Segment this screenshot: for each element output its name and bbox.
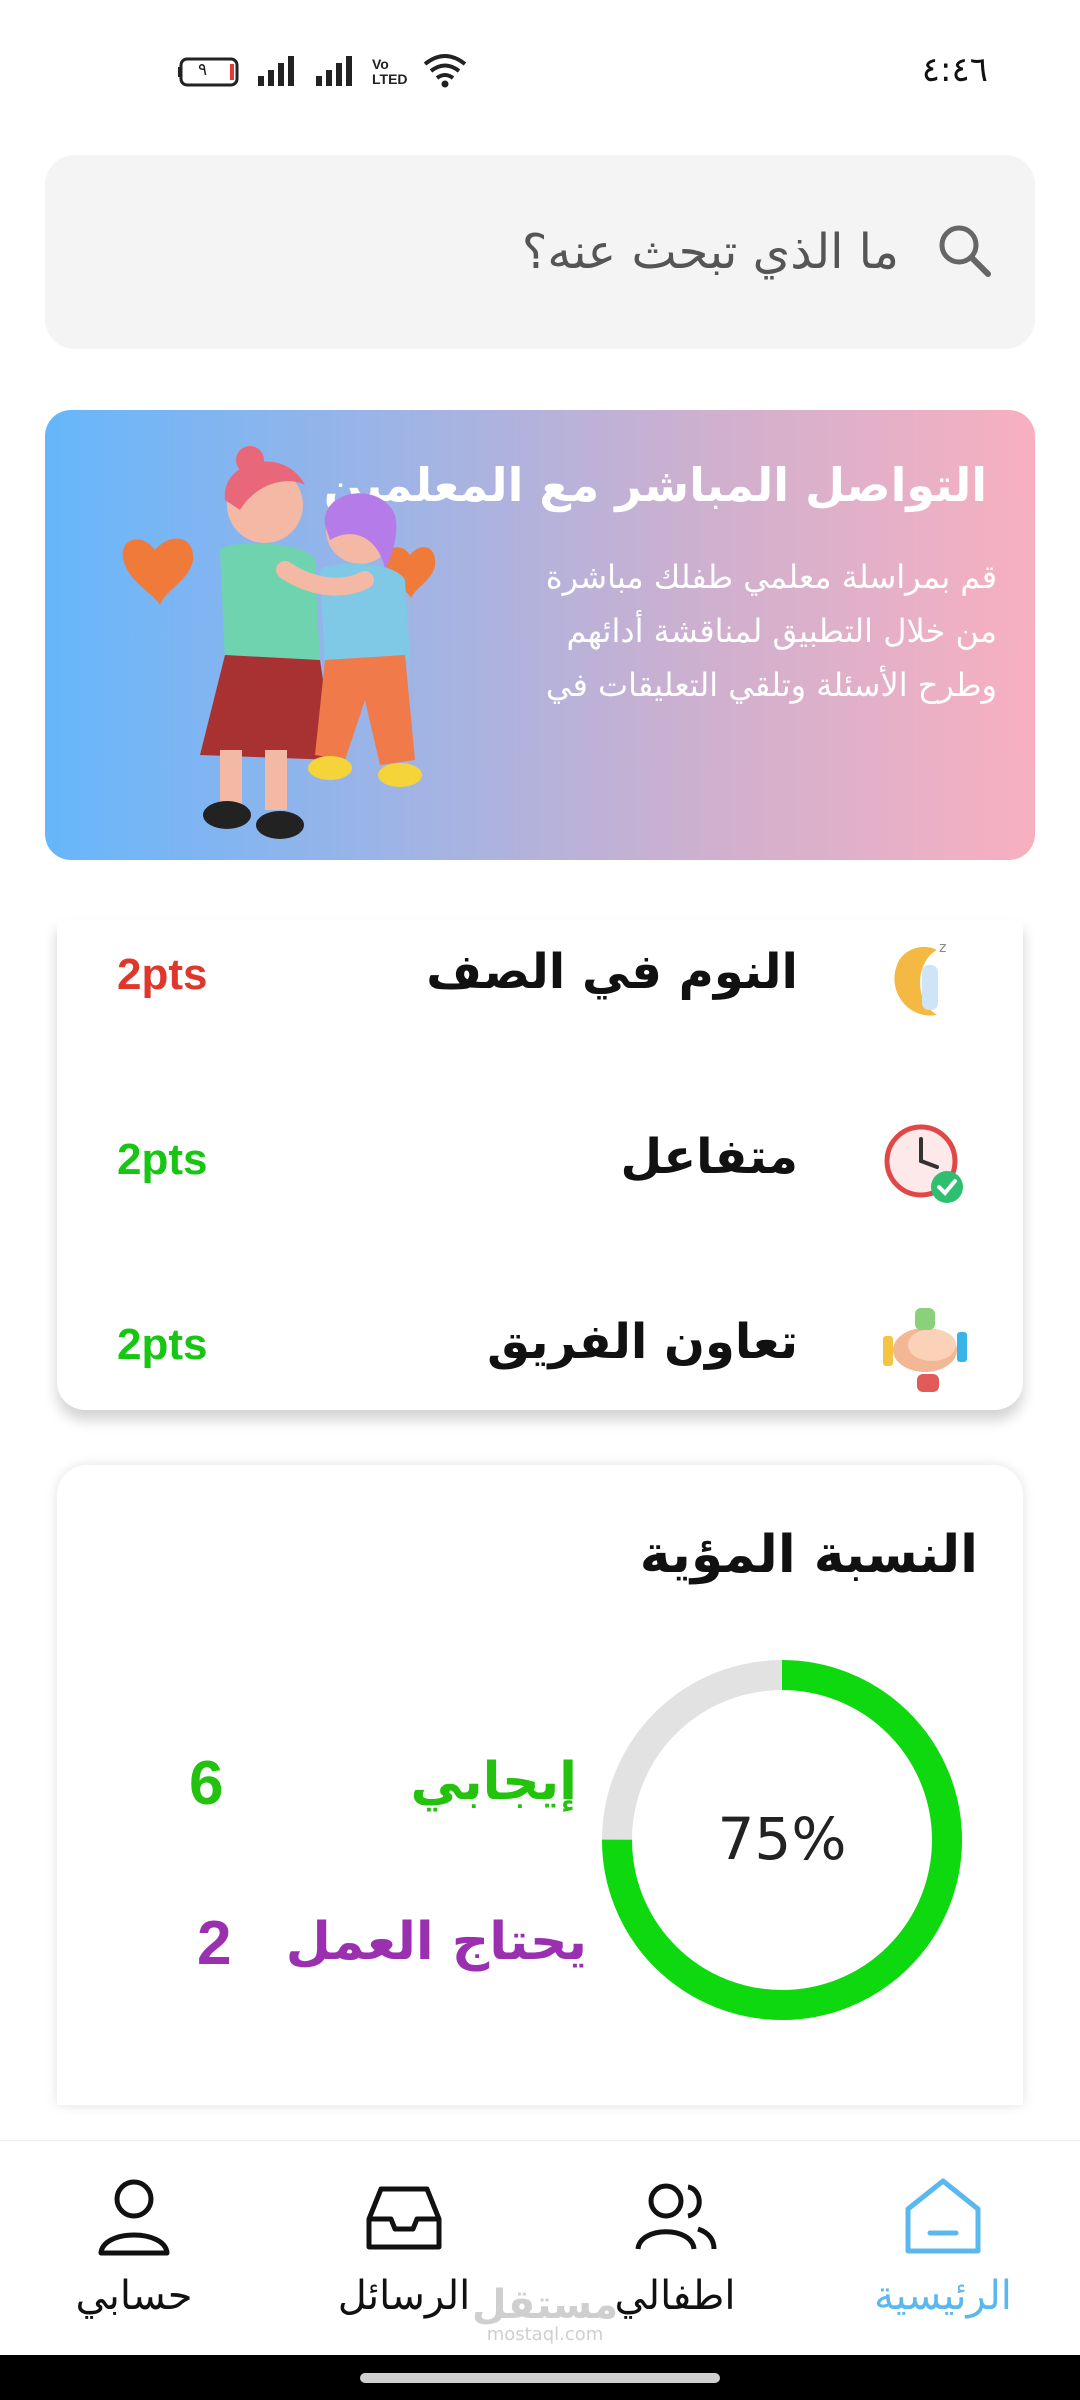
teamwork-hands-icon — [883, 1308, 967, 1392]
behavior-points: 2pts — [117, 950, 208, 999]
svg-text:z: z — [939, 940, 946, 956]
behavior-name: متفاعل — [620, 1129, 798, 1185]
search-bar[interactable]: ما الذي تبحث عنه؟ — [45, 155, 1035, 349]
behavior-row[interactable]: 2pts النوم في الصف z — [57, 920, 1023, 1040]
nav-item-home[interactable]: الرئيسية — [843, 2171, 1043, 2351]
watermark-arabic: مستقل — [471, 2282, 619, 2328]
nav-label: حسابي — [75, 2273, 193, 2319]
volte-bottom: LTED — [372, 71, 408, 87]
teacher-communication-banner[interactable]: التواصل المباشر مع المعلمين قم بمراسلة م… — [45, 410, 1035, 860]
behavior-row[interactable]: 2pts متفاعل — [57, 1105, 1023, 1225]
hugging-girls-illustration — [122, 446, 436, 839]
percentage-card: النسبة المؤية 75% إيجابي 6 يحتاج العمل 2 — [57, 1465, 1023, 2105]
battery-icon: ٩ — [178, 57, 242, 87]
percentage-title: النسبة المؤية — [639, 1525, 978, 1585]
percentage-value: 75% — [717, 1805, 847, 1873]
behavior-points: 2pts — [117, 1320, 208, 1369]
legend-label: يحتاج العمل — [285, 1912, 587, 1972]
banner-description: قم بمراسلة معلمي طفلك مباشرة من خلال الت… — [545, 558, 997, 704]
legend-label: إيجابي — [410, 1752, 578, 1812]
profile-icon — [98, 2179, 170, 2256]
children-icon — [635, 2183, 717, 2250]
legend-value: 6 — [189, 1749, 224, 1818]
clock-check-icon — [884, 1124, 963, 1203]
signal-icon-2 — [314, 54, 358, 90]
signal-icon-1 — [256, 54, 300, 90]
system-navigation-bar — [0, 2355, 1080, 2400]
screen: ٩ Vo LTED ٤:٤٦ ما الذي تبحث عنه؟ التواصل… — [0, 0, 1080, 2400]
battery-level: ٩ — [198, 60, 208, 80]
behavior-name: تعاون الفريق — [487, 1314, 798, 1370]
home-indicator[interactable] — [360, 2373, 720, 2383]
legend-needs-work: يحتاج العمل 2 — [127, 1900, 587, 1990]
inbox-icon — [366, 2186, 442, 2250]
search-input[interactable]: ما الذي تبحث عنه؟ — [522, 224, 899, 280]
volte-top: Vo — [372, 56, 389, 72]
watermark: مستقل mostaql.com — [470, 2285, 620, 2345]
legend-value: 2 — [197, 1909, 232, 1978]
sleeping-moon-icon: z — [894, 940, 946, 1016]
search-icon[interactable] — [935, 221, 993, 283]
volte-icon: Vo LTED — [372, 57, 408, 87]
nav-label: الرئيسية — [874, 2273, 1012, 2319]
behavior-name: النوم في الصف — [426, 944, 798, 1000]
behavior-row[interactable]: 2pts تعاون الفريق — [57, 1290, 1023, 1410]
wifi-icon — [422, 52, 468, 92]
behavior-points: 2pts — [117, 1135, 208, 1184]
nav-item-profile[interactable]: حسابي — [34, 2171, 234, 2351]
watermark-latin: mostaql.com — [486, 2324, 604, 2345]
behaviors-card: 2pts النوم في الصف z 2pts متفاعل 2pts تع… — [57, 920, 1023, 1410]
legend-positive: إيجابي 6 — [127, 1740, 577, 1830]
home-icon — [905, 2178, 981, 2254]
clock: ٤:٤٦ — [921, 50, 988, 90]
status-bar: ٩ Vo LTED ٤:٤٦ — [0, 0, 1080, 140]
status-icons: ٩ Vo LTED — [178, 50, 468, 94]
